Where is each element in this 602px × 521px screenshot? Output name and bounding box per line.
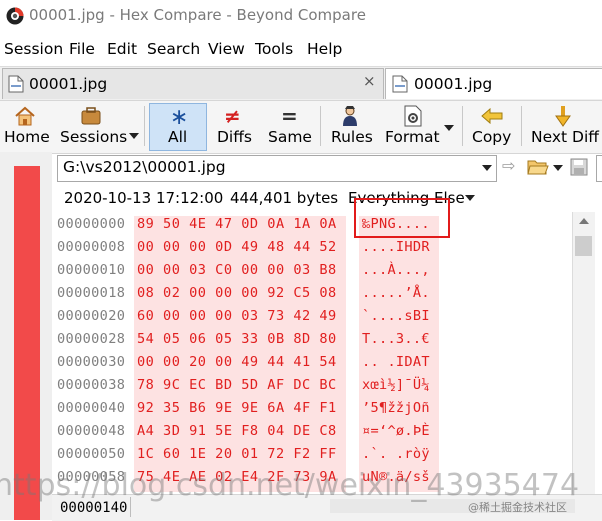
ascii-text: T...3..€	[362, 331, 430, 347]
toolbar-separator	[462, 106, 463, 146]
menu-file[interactable]: File	[69, 40, 95, 58]
home-button[interactable]: Home	[4, 128, 50, 146]
diffs-button[interactable]: Diffs	[217, 128, 252, 146]
tab-close-button[interactable]: ×	[363, 72, 376, 90]
open-folder-icon[interactable]	[527, 158, 549, 176]
sessions-icon	[81, 107, 101, 125]
format-icon	[404, 105, 422, 127]
hex-bytes: A4 3D 91 5E F8 04 DE C8	[137, 423, 337, 439]
ascii-text: ’5¶žžjOñ	[362, 400, 430, 416]
all-icon: ∗	[170, 105, 189, 130]
open-dropdown-icon[interactable]	[553, 165, 563, 171]
file-date: 2020-10-13 17:12:00	[64, 189, 224, 207]
hex-offset: 00000010	[57, 262, 126, 278]
ascii-text: ...À...,	[362, 262, 430, 278]
next-diff-icon	[555, 106, 571, 127]
menu-view[interactable]: View	[208, 40, 245, 58]
ascii-text: ¤=‘^ø.ÞÈ	[362, 423, 430, 439]
scrollbar-thumb[interactable]	[575, 236, 592, 256]
hex-offset: 00000028	[57, 331, 126, 347]
sessions-dropdown-icon[interactable]	[129, 133, 139, 139]
hex-row: 00000020 60 00 00 00 03 73 42 49 `....sB…	[52, 308, 572, 331]
tab-right-label: 00001.jpg	[414, 75, 493, 93]
difference-overview-bar[interactable]	[14, 166, 40, 520]
ascii-text: .. .IDAT	[362, 354, 430, 370]
hex-offset: 00000030	[57, 354, 126, 370]
hex-row: 00000048 A4 3D 91 5E F8 04 DE C8 ¤=‘^ø.Þ…	[52, 423, 572, 446]
watermark-corner: @稀土掘金技术社区	[468, 501, 567, 514]
path-dropdown-icon[interactable]	[482, 165, 492, 171]
hex-offset: 00000040	[57, 400, 126, 416]
hex-row: 00000018 08 02 00 00 00 92 C5 08 .....’Å…	[52, 285, 572, 308]
watermark-url: https://blog.csdn.net/weixin_43935474	[0, 468, 580, 503]
hex-row: 00000040 92 35 B6 9E 9E 6A 4F F1 ’5¶žžjO…	[52, 400, 572, 423]
ascii-text: .`. .ròÿ	[362, 446, 430, 462]
ascii-text: xœì½]¯Ü¼	[362, 377, 430, 393]
hex-view[interactable]: 00000000 89 50 4E 47 0D 0A 1A 0A ‰PNG...…	[52, 212, 572, 492]
same-icon: =	[281, 104, 298, 128]
hex-bytes: 08 02 00 00 00 92 C5 08	[137, 285, 337, 301]
hex-offset: 00000000	[57, 216, 126, 232]
hex-row: 00000008 00 00 00 0D 49 48 44 52 ....IHD…	[52, 239, 572, 262]
hex-offset: 00000020	[57, 308, 126, 324]
hex-bytes: 78 9C EC BD 5D AF DC BC	[137, 377, 337, 393]
hex-offset: 00000018	[57, 285, 126, 301]
all-button[interactable]: All	[168, 128, 187, 146]
home-icon	[15, 106, 35, 126]
menu-tools[interactable]: Tools	[255, 40, 293, 58]
filter-dropdown-icon[interactable]	[465, 195, 475, 201]
file-icon	[8, 75, 24, 93]
ascii-text: .....’Å.	[362, 285, 430, 301]
rules-icon	[343, 106, 357, 126]
hex-bytes: 00 00 00 0D 49 48 44 52	[137, 239, 337, 255]
app-icon	[6, 7, 24, 25]
hex-row: 00000028 54 05 06 05 33 0B 8D 80 T...3..…	[52, 331, 572, 354]
tab-left-label: 00001.jpg	[29, 75, 108, 93]
format-dropdown-icon[interactable]	[444, 125, 454, 131]
menu-session[interactable]: Session	[4, 40, 63, 58]
menu-help[interactable]: Help	[307, 40, 342, 58]
hex-bytes: 00 00 20 00 49 44 41 54	[137, 354, 337, 370]
hex-bytes: 89 50 4E 47 0D 0A 1A 0A	[137, 216, 337, 232]
ascii-text: `....sBI	[362, 308, 430, 324]
refresh-icon[interactable]: ⇨	[502, 156, 515, 175]
save-icon[interactable]	[570, 158, 588, 176]
hex-bytes: 54 05 06 05 33 0B 8D 80	[137, 331, 337, 347]
diffs-icon: ≠	[224, 104, 241, 128]
hex-bytes: 92 35 B6 9E 9E 6A 4F F1	[137, 400, 337, 416]
file-icon	[392, 75, 408, 93]
copy-button[interactable]: Copy	[472, 128, 511, 146]
same-button[interactable]: Same	[268, 128, 312, 146]
hex-row: 00000000 89 50 4E 47 0D 0A 1A 0A ‰PNG...…	[52, 216, 572, 239]
menu-search[interactable]: Search	[147, 40, 200, 58]
png-signature-highlight-box	[354, 198, 450, 238]
scroll-up-icon[interactable]	[579, 218, 589, 224]
window-title: 00001.jpg - Hex Compare - Beyond Compare	[29, 6, 366, 24]
toolbar-separator	[320, 106, 321, 146]
hex-bytes: 60 00 00 00 03 73 42 49	[137, 308, 337, 324]
hex-bytes: 00 00 03 C0 00 00 03 B8	[137, 262, 337, 278]
format-button[interactable]: Format	[385, 128, 440, 146]
hex-offset: 00000050	[57, 446, 126, 462]
toolbar-separator	[521, 106, 522, 146]
hex-offset: 00000048	[57, 423, 126, 439]
hex-offset: 00000038	[57, 377, 126, 393]
rules-button[interactable]: Rules	[331, 128, 373, 146]
copy-icon	[481, 108, 503, 124]
next-diff-button[interactable]: Next Diff	[531, 128, 599, 146]
sessions-button[interactable]: Sessions	[60, 128, 127, 146]
ascii-text: ....IHDR	[362, 239, 430, 255]
path-value: G:\vs2012\00001.jpg	[63, 158, 226, 176]
menu-edit[interactable]: Edit	[107, 40, 137, 58]
hex-row: 00000010 00 00 03 C0 00 00 03 B8 ...À...…	[52, 262, 572, 285]
hex-bytes: 1C 60 1E 20 01 72 F2 FF	[137, 446, 337, 462]
hex-row: 00000030 00 00 20 00 49 44 41 54 .. .IDA…	[52, 354, 572, 377]
hex-row: 00000050 1C 60 1E 20 01 72 F2 FF .`. .rò…	[52, 446, 572, 469]
hex-offset: 00000008	[57, 239, 126, 255]
hex-row: 00000038 78 9C EC BD 5D AF DC BC xœì½]¯Ü…	[52, 377, 572, 400]
file-size: 444,401 bytes	[230, 189, 339, 207]
toolbar-separator	[144, 106, 145, 146]
right-pane-edge	[596, 155, 602, 182]
